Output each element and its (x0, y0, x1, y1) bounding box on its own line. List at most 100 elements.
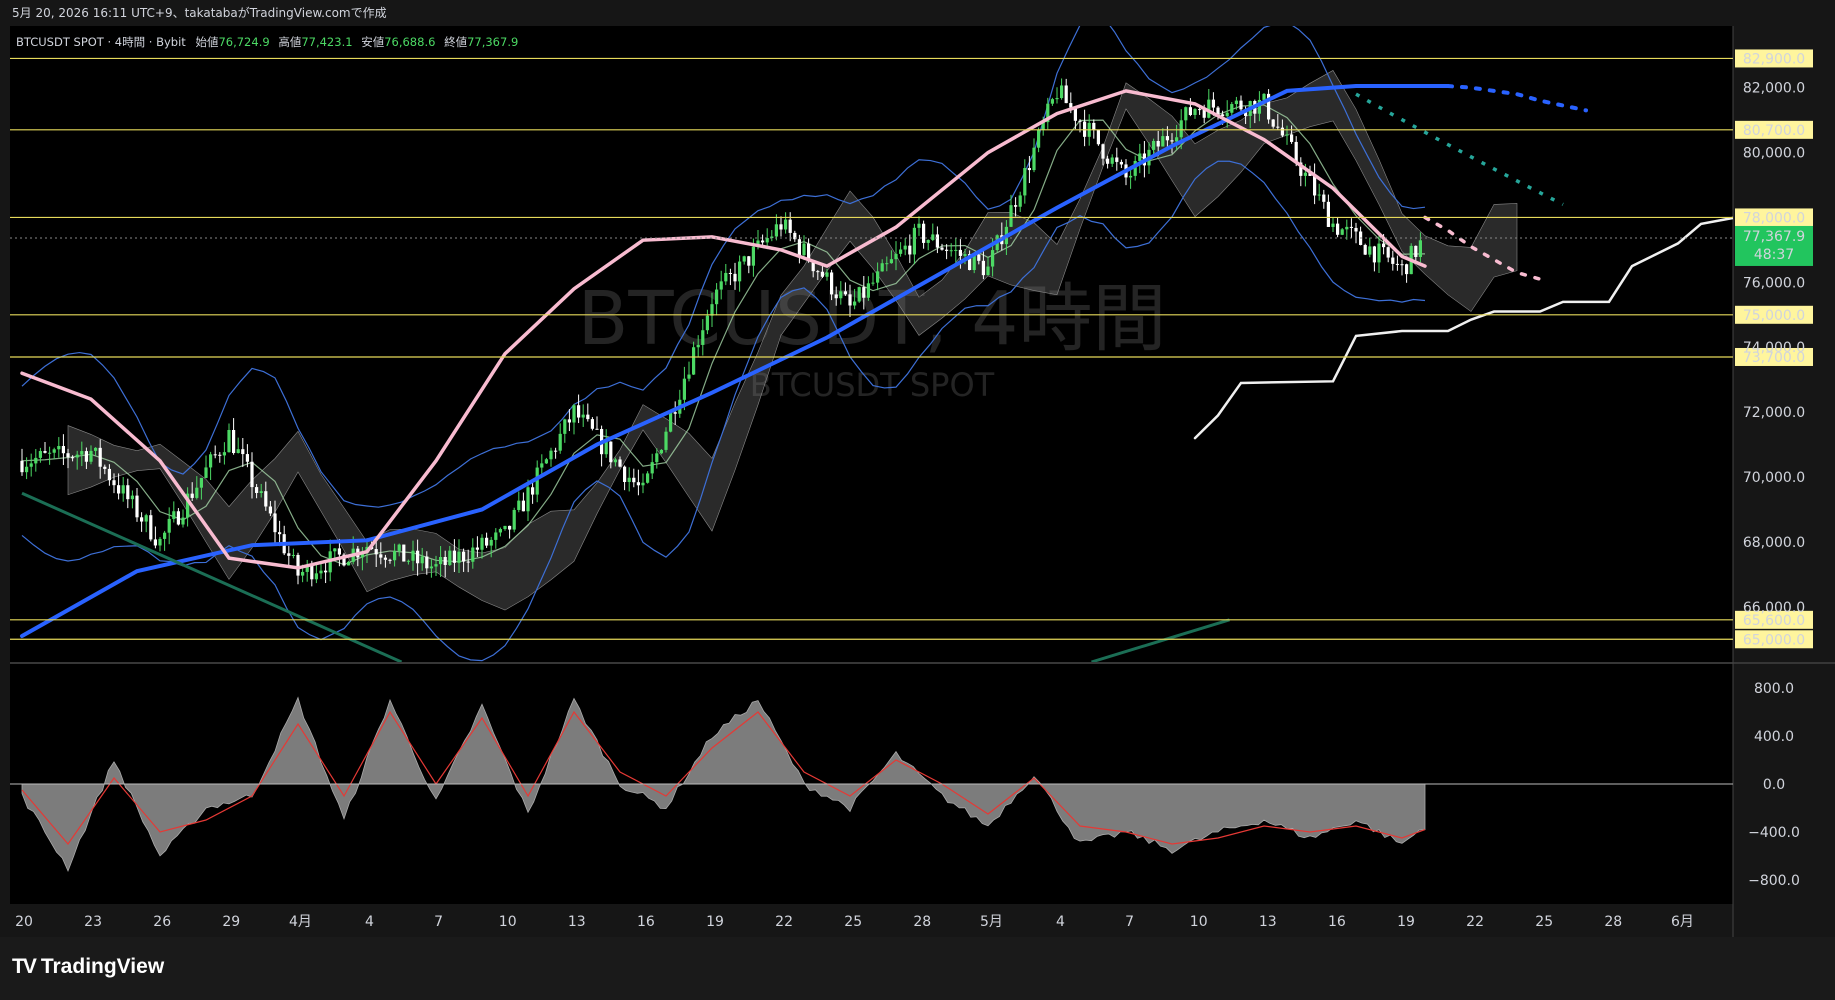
candle-body (1198, 109, 1202, 111)
candle-body (779, 224, 783, 230)
tradingview-logo[interactable]: TV TradingView (12, 955, 164, 979)
candle-body (853, 301, 857, 306)
candle-body (531, 487, 535, 495)
time-tick-label: 25 (844, 914, 862, 930)
candle-body (167, 518, 171, 533)
candle-body (1101, 144, 1105, 159)
candle-body (1106, 158, 1110, 164)
candle-body (949, 250, 953, 252)
legend-close-label: 終値 (444, 35, 467, 49)
candle-body (1377, 243, 1381, 263)
candle-body (1179, 120, 1183, 138)
candle-body (1115, 157, 1119, 162)
candle-body (632, 477, 636, 483)
candle-body (586, 414, 590, 420)
candle-body (848, 294, 852, 306)
candle-body (471, 547, 475, 562)
candle-body (259, 491, 263, 493)
candle-body (393, 550, 397, 561)
candle-body (1032, 147, 1036, 171)
candle-body (503, 525, 507, 530)
candle-body (765, 237, 769, 243)
candle-body (1009, 205, 1013, 227)
level-label: 78,000.0 (1743, 210, 1805, 226)
candle-body (788, 219, 792, 233)
candle-body (1060, 85, 1064, 99)
time-tick-label: 19 (706, 914, 724, 930)
chart-area[interactable]: BTCUSDT, 4時間 BTCUSDT SPOT 82,900.080,700… (0, 26, 1835, 937)
legend-close: 77,367.9 (467, 35, 518, 49)
candle-body (526, 487, 530, 512)
time-tick-label: 4月 (289, 914, 312, 930)
candle-body (1405, 264, 1409, 275)
candle-body (135, 495, 139, 518)
candle-body (1211, 99, 1215, 108)
time-tick-label: 4 (365, 914, 374, 930)
candle-body (319, 570, 323, 574)
candle-body (1372, 246, 1376, 263)
candle-body (521, 500, 525, 512)
candle-body (991, 250, 995, 267)
candle-body (871, 282, 875, 284)
candle-body (880, 263, 884, 272)
candle-body (508, 525, 512, 530)
time-tick-label: 26 (153, 914, 171, 930)
candle-body (273, 513, 277, 533)
candle-body (1234, 100, 1238, 105)
candle-body (1336, 223, 1340, 235)
candle-body (1331, 223, 1335, 227)
candle-body (250, 461, 254, 488)
candle-body (278, 532, 282, 535)
candle-body (149, 515, 153, 540)
candle-body (636, 482, 640, 486)
candle-body (227, 429, 231, 453)
time-tick-label: 28 (1604, 914, 1622, 930)
candle-body (75, 454, 79, 458)
candle-body (889, 259, 893, 264)
candle-body (935, 234, 939, 248)
candle-body (885, 263, 889, 265)
candle-body (595, 428, 599, 430)
candle-body (1023, 168, 1027, 196)
candle-body (604, 441, 608, 455)
candle-body (862, 287, 866, 298)
candle-body (977, 254, 981, 261)
candle-body (696, 344, 700, 348)
candle-body (701, 330, 705, 345)
candle-body (931, 234, 935, 240)
chart-header: 5月 20, 2026 16:11 UTC+9、takatabaがTrading… (0, 0, 1835, 26)
candle-body (388, 559, 392, 561)
candle-body (664, 431, 668, 450)
candle-body (429, 566, 433, 569)
level-label: 75,000.0 (1743, 308, 1805, 324)
candle-body (1170, 140, 1174, 142)
candle-body (797, 239, 801, 256)
candle-body (1418, 240, 1422, 257)
candle-body (802, 243, 806, 256)
candle-body (498, 529, 502, 533)
time-tick-label: 22 (775, 914, 793, 930)
candle-body (839, 291, 843, 299)
candle-body (581, 414, 585, 418)
time-tick-label: 10 (1190, 914, 1208, 930)
candle-body (623, 466, 627, 482)
candle-body (222, 452, 226, 456)
candle-body (190, 493, 194, 498)
candle-body (719, 281, 723, 290)
candle-body (641, 482, 645, 486)
candle-body (1363, 244, 1367, 255)
time-tick-label: 7 (1125, 914, 1134, 930)
legend-low-label: 安値 (361, 35, 384, 49)
legend-high: 77,423.1 (301, 35, 352, 49)
candle-body (986, 266, 990, 276)
candle-body (434, 564, 438, 567)
candle-body (480, 537, 484, 550)
candle-body (107, 468, 111, 481)
oscillator-tick-label: 800.0 (1754, 681, 1794, 697)
candle-body (922, 223, 926, 243)
candle-body (544, 459, 548, 464)
candle-body (1096, 129, 1100, 145)
time-tick-label: 23 (84, 914, 102, 930)
candle-body (981, 260, 985, 276)
candle-body (540, 463, 544, 468)
